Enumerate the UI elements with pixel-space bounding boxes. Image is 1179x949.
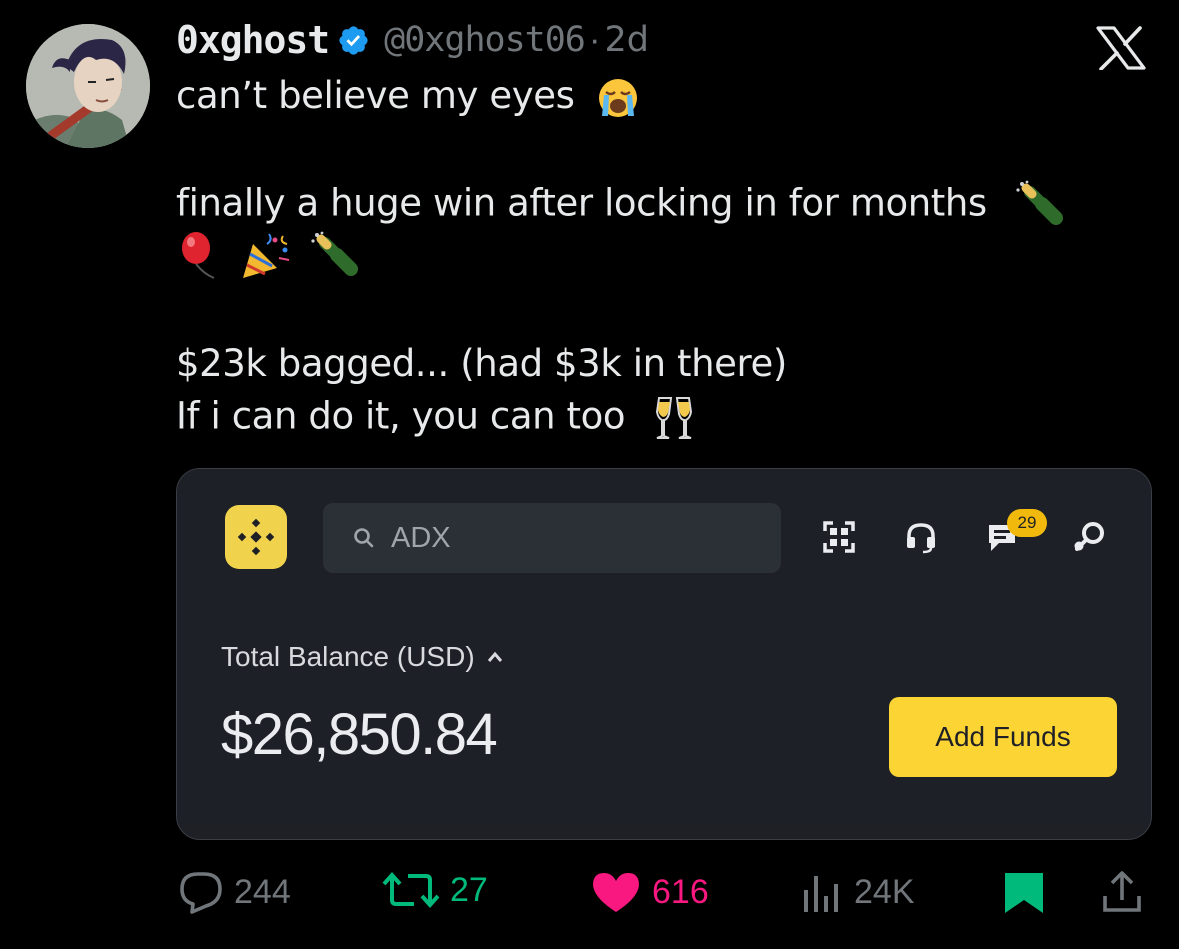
repost-button[interactable]: 27 [382, 870, 488, 910]
binance-app-screen: ADX 29 Total Balance (USD) $26,850.84 Ad… [177, 469, 1151, 825]
author-handle[interactable]: @0xghost06 [384, 20, 586, 60]
reply-icon [180, 872, 222, 914]
bookmark-icon[interactable] [1002, 870, 1046, 916]
total-balance-value: $26,850.84 [221, 702, 498, 767]
notification-badge: 29 [1007, 509, 1047, 537]
binance-logo-icon[interactable] [225, 505, 287, 569]
author-name[interactable]: 0xghost [176, 18, 330, 62]
champagne-icon [311, 231, 358, 276]
loudly-crying-face-icon [598, 78, 637, 117]
scan-icon[interactable] [821, 519, 857, 555]
search-icon [354, 528, 374, 548]
clinking-glasses-icon [655, 397, 692, 439]
separator-dot: · [588, 20, 601, 59]
chevron-up-icon[interactable] [487, 651, 503, 663]
total-balance-label[interactable]: Total Balance (USD) [221, 641, 503, 673]
balloon-icon [182, 232, 215, 279]
like-button[interactable]: 616 [590, 870, 709, 914]
tweet-line-5: If i can do it, you can too [176, 394, 697, 442]
views-count: 24K [854, 872, 915, 911]
verified-badge-icon [339, 25, 368, 55]
tweet-line-1: can’t believe my eyes [176, 74, 640, 120]
repost-count: 27 [450, 870, 488, 909]
connect-icon[interactable] [1071, 519, 1107, 555]
reply-count: 244 [234, 872, 291, 911]
repost-icon [382, 871, 440, 909]
party-popper-icon [243, 233, 290, 278]
like-count: 616 [652, 872, 709, 911]
search-input[interactable]: ADX [323, 503, 781, 573]
share-icon[interactable] [1100, 870, 1144, 914]
champagne-icon [1016, 180, 1064, 225]
tweet-line-2: finally a huge win after locking in for … [176, 180, 1066, 230]
tweet-header: 0xghost @0xghost06 · 2d [176, 14, 649, 66]
tweet-line-4: $23k bagged... (had $3k in there) [176, 342, 787, 385]
search-placeholder: ADX [391, 521, 451, 554]
avatar[interactable] [26, 24, 150, 148]
tweet-text-5: If i can do it, you can too [176, 394, 626, 438]
heart-icon [593, 873, 639, 912]
support-headset-icon[interactable] [903, 519, 939, 555]
tweet-actions-bar: 244 27 616 24K [0, 862, 1179, 918]
embedded-image-card[interactable]: ADX 29 Total Balance (USD) $26,850.84 Ad… [176, 468, 1152, 840]
views-button[interactable]: 24K [800, 870, 915, 914]
tweet-text-1: can’t believe my eyes [176, 74, 575, 117]
total-balance-text: Total Balance (USD) [221, 641, 475, 672]
post-time[interactable]: 2d [605, 20, 650, 60]
reply-button[interactable]: 244 [178, 870, 291, 914]
tweet-line-3 [176, 230, 361, 282]
tweet-text-2: finally a huge win after locking in for … [176, 181, 987, 225]
add-funds-button[interactable]: Add Funds [889, 697, 1117, 777]
views-chart-icon [804, 876, 838, 912]
x-logo-icon[interactable] [1096, 26, 1146, 70]
